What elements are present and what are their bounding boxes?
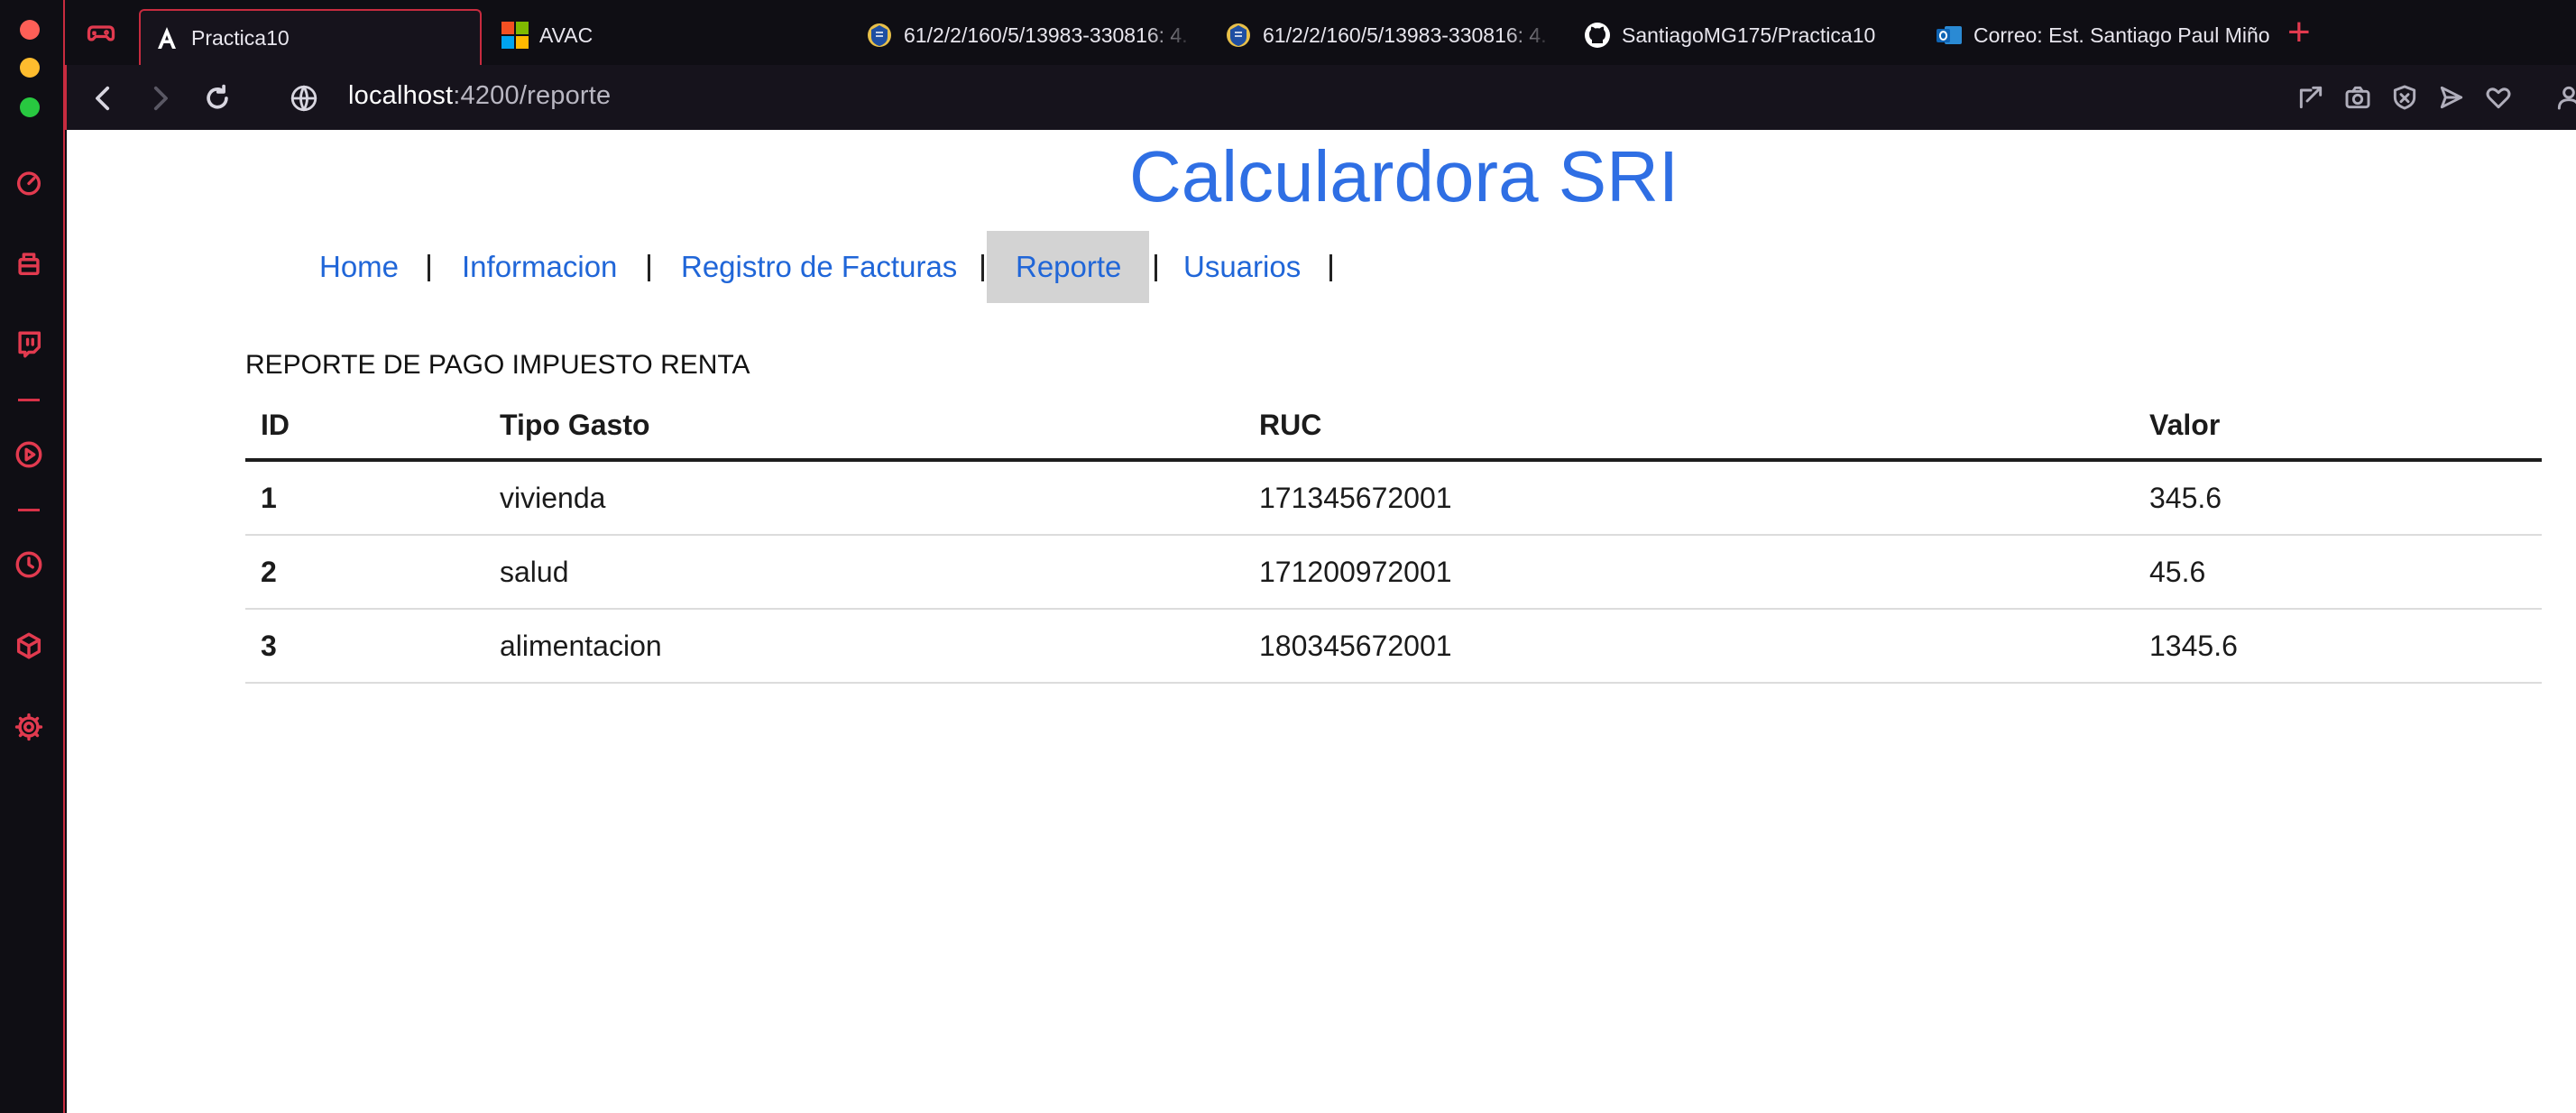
cell-ruc: 180345672001 bbox=[1244, 609, 2134, 684]
nav-home[interactable]: Home bbox=[319, 231, 399, 303]
cell-tipo-gasto: alimentacion bbox=[484, 609, 1244, 684]
url-field[interactable]: localhost:4200/reporte bbox=[348, 81, 611, 111]
cell-valor: 1345.6 bbox=[2134, 609, 2542, 684]
nav-separator bbox=[1155, 254, 1157, 281]
sidebar-divider bbox=[18, 509, 40, 511]
tab-label: 61/2/2/160/5/13983-330816: 4. bbox=[904, 23, 1188, 47]
nav-separator bbox=[1329, 254, 1332, 281]
nav-reporte[interactable]: Reporte bbox=[987, 231, 1149, 303]
table-row: 1 vivienda 171345672001 345.6 bbox=[245, 460, 2542, 536]
cell-id: 3 bbox=[245, 609, 484, 684]
easy-setup-icon[interactable] bbox=[2296, 83, 2327, 114]
tab-outlook[interactable]: Correo: Est. Santiago Paul Miño bbox=[1923, 9, 2334, 61]
report-heading: REPORTE DE PAGO IMPUESTO RENTA bbox=[245, 350, 750, 380]
back-button[interactable] bbox=[88, 83, 119, 114]
column-header-ruc: RUC bbox=[1244, 391, 2134, 462]
table-row: 2 salud 171200972001 45.6 bbox=[245, 535, 2542, 610]
tab-label: Practica10 bbox=[191, 25, 290, 50]
page-title-container: Calculardora SRI bbox=[1129, 135, 1679, 218]
tab-practica10[interactable]: Practica10 bbox=[139, 9, 482, 65]
tab-label: AVAC bbox=[539, 23, 593, 47]
tab-avac[interactable]: AVAC bbox=[494, 9, 783, 61]
cell-tipo-gasto: vivienda bbox=[484, 460, 1244, 536]
nav-usuarios[interactable]: Usuarios bbox=[1183, 231, 1301, 303]
nav-registro-facturas[interactable]: Registro de Facturas bbox=[681, 231, 957, 303]
sidebar-divider bbox=[18, 399, 40, 401]
tab-label: 61/2/2/160/5/13983-330816: 4. bbox=[1263, 23, 1547, 47]
cell-id: 1 bbox=[245, 460, 484, 536]
microsoft-logo-icon bbox=[501, 22, 529, 49]
column-header-id: ID bbox=[245, 391, 484, 462]
university-crest-icon bbox=[1225, 22, 1252, 49]
game-controller-icon[interactable] bbox=[85, 16, 117, 49]
column-header-tipo-gasto: Tipo Gasto bbox=[484, 391, 1244, 462]
tab-github[interactable]: SantiagoMG175/Practica10 bbox=[1571, 9, 1932, 61]
tab-strip: Practica10 AVAC 61/2/2/160/5/13983-33081… bbox=[65, 0, 2576, 65]
url-host: localhost bbox=[348, 81, 454, 110]
university-crest-icon bbox=[866, 22, 893, 49]
outlook-icon bbox=[1936, 22, 1963, 49]
site-info-globe-icon[interactable] bbox=[289, 83, 319, 114]
web-page: Calculardora SRI Home Informacion Regist… bbox=[67, 130, 2576, 1113]
adblock-shield-icon[interactable] bbox=[2390, 83, 2421, 114]
settings-gear-icon[interactable] bbox=[13, 711, 45, 743]
reload-button[interactable] bbox=[202, 83, 233, 114]
nav-informacion[interactable]: Informacion bbox=[462, 231, 617, 303]
tab-label: Correo: Est. Santiago Paul Miño bbox=[1973, 23, 2270, 47]
window-close-button[interactable] bbox=[20, 20, 40, 40]
tab-course-1[interactable]: 61/2/2/160/5/13983-330816: 4. bbox=[853, 9, 1196, 61]
cell-tipo-gasto: salud bbox=[484, 535, 1244, 610]
cell-ruc: 171345672001 bbox=[1244, 460, 2134, 536]
history-clock-icon[interactable] bbox=[13, 548, 45, 581]
nav-separator bbox=[428, 254, 430, 281]
table-row: 3 alimentacion 180345672001 1345.6 bbox=[245, 609, 2542, 684]
column-header-valor: Valor bbox=[2134, 391, 2542, 462]
profile-avatar-icon[interactable] bbox=[2554, 83, 2576, 114]
angular-a-icon bbox=[153, 24, 180, 51]
cell-id: 2 bbox=[245, 535, 484, 610]
window-minimize-button[interactable] bbox=[20, 58, 40, 78]
nav-separator bbox=[648, 254, 650, 281]
address-bar: localhost:4200/reporte bbox=[65, 65, 2576, 130]
player-icon[interactable] bbox=[13, 438, 45, 471]
twitch-icon[interactable] bbox=[13, 328, 45, 361]
new-tab-button[interactable]: + bbox=[2287, 13, 2311, 52]
speedometer-icon[interactable] bbox=[13, 166, 45, 198]
browser-sidebar bbox=[0, 0, 65, 1113]
github-icon bbox=[1584, 22, 1611, 49]
gx-corner-icon[interactable] bbox=[13, 247, 45, 280]
report-table: ID Tipo Gasto RUC Valor 1 vivienda 17134… bbox=[245, 391, 2542, 684]
snapshot-camera-icon[interactable] bbox=[2343, 83, 2374, 114]
cell-ruc: 171200972001 bbox=[1244, 535, 2134, 610]
bookmark-heart-icon[interactable] bbox=[2484, 83, 2515, 114]
tab-label: SantiagoMG175/Practica10 bbox=[1622, 23, 1876, 47]
window-zoom-button[interactable] bbox=[20, 97, 40, 117]
cell-valor: 345.6 bbox=[2134, 460, 2542, 536]
nav-separator bbox=[981, 254, 984, 281]
table-header-row: ID Tipo Gasto RUC Valor bbox=[245, 391, 2542, 462]
tab-course-2[interactable]: 61/2/2/160/5/13983-330816: 4. bbox=[1212, 9, 1555, 61]
extensions-cube-icon[interactable] bbox=[13, 630, 45, 662]
send-arrow-icon[interactable] bbox=[2437, 83, 2468, 114]
forward-button[interactable] bbox=[144, 83, 175, 114]
cell-valor: 45.6 bbox=[2134, 535, 2542, 610]
page-title: Calculardora SRI bbox=[1129, 136, 1679, 216]
url-path: :4200/reporte bbox=[453, 81, 612, 110]
